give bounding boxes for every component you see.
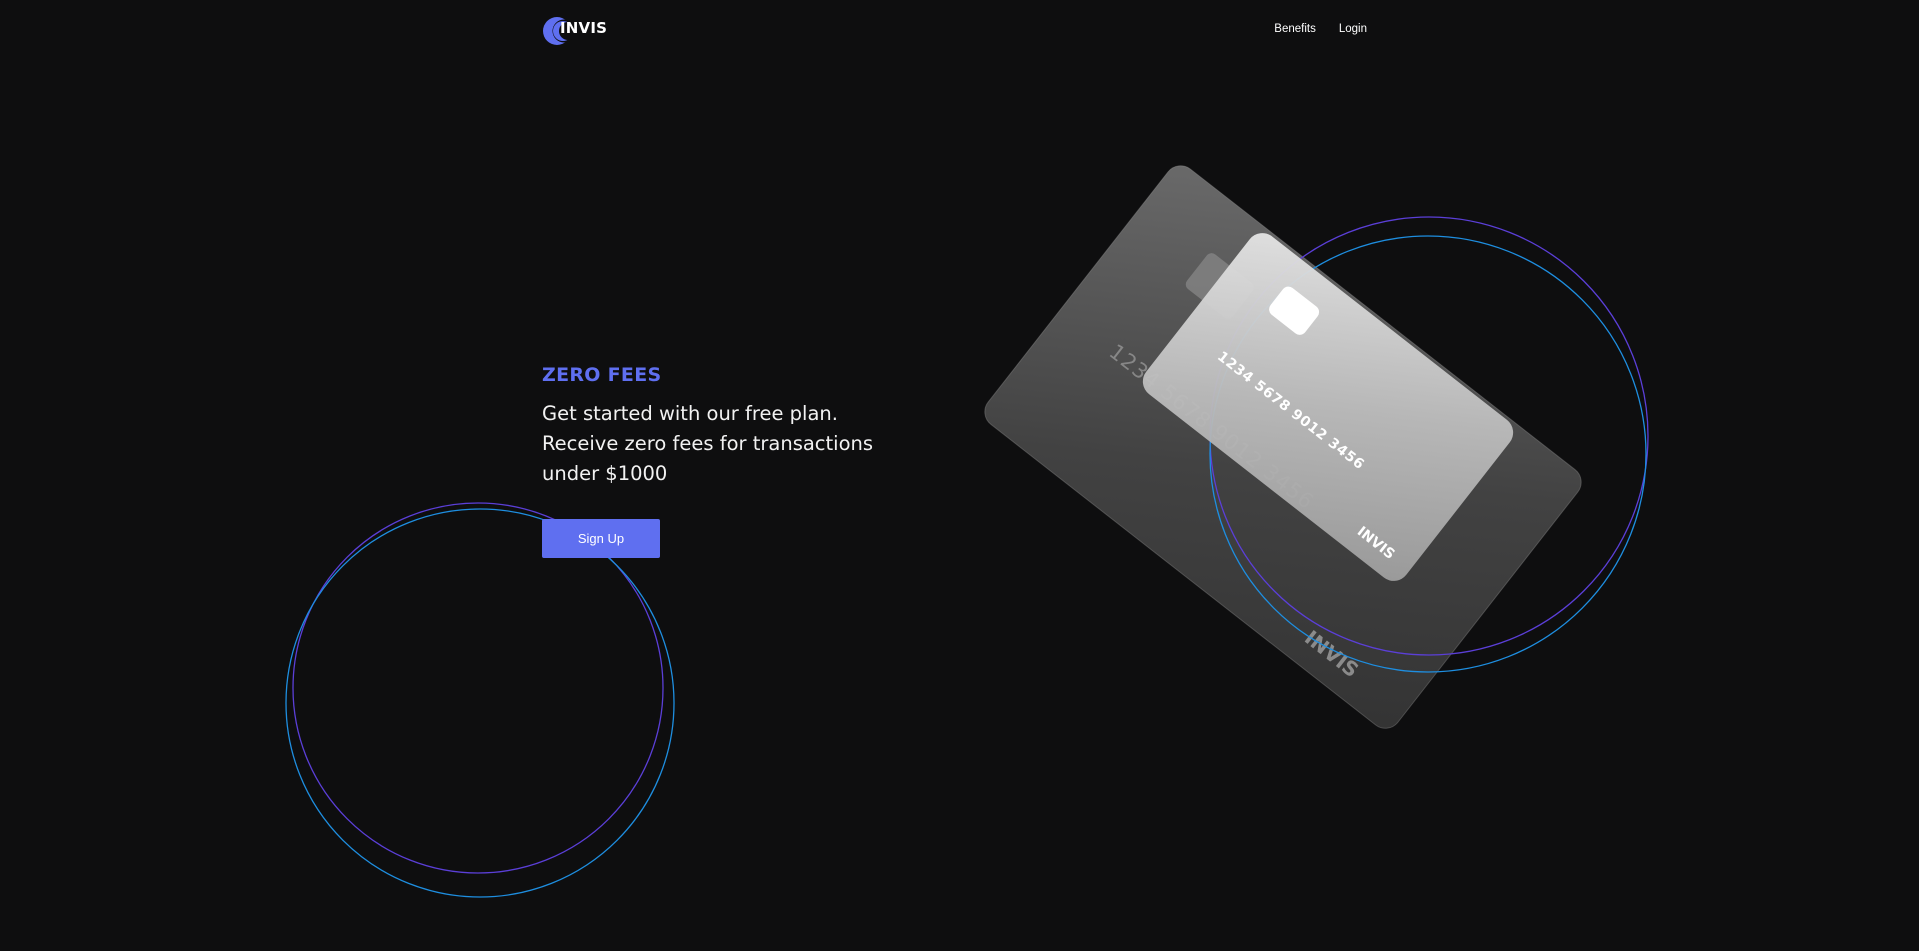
brand-logo[interactable]: INVIS <box>542 14 607 46</box>
hero-kicker: ZERO FEES <box>542 364 662 386</box>
landing-page: 1234 5678 9012 3456 INVIS 1234 5678 9012… <box>0 0 1919 951</box>
hero-description: Get started with our free plan. Receive … <box>542 402 874 485</box>
brand-name: INVIS <box>560 19 608 37</box>
nav-link-login[interactable]: Login <box>1339 23 1367 35</box>
top-nav: Benefits Login <box>1274 23 1367 35</box>
signup-button[interactable]: Sign Up <box>542 519 660 558</box>
nav-link-benefits[interactable]: Benefits <box>1274 23 1316 35</box>
content-layer: INVIS Benefits Login ZERO FEES Get start… <box>0 0 1919 951</box>
